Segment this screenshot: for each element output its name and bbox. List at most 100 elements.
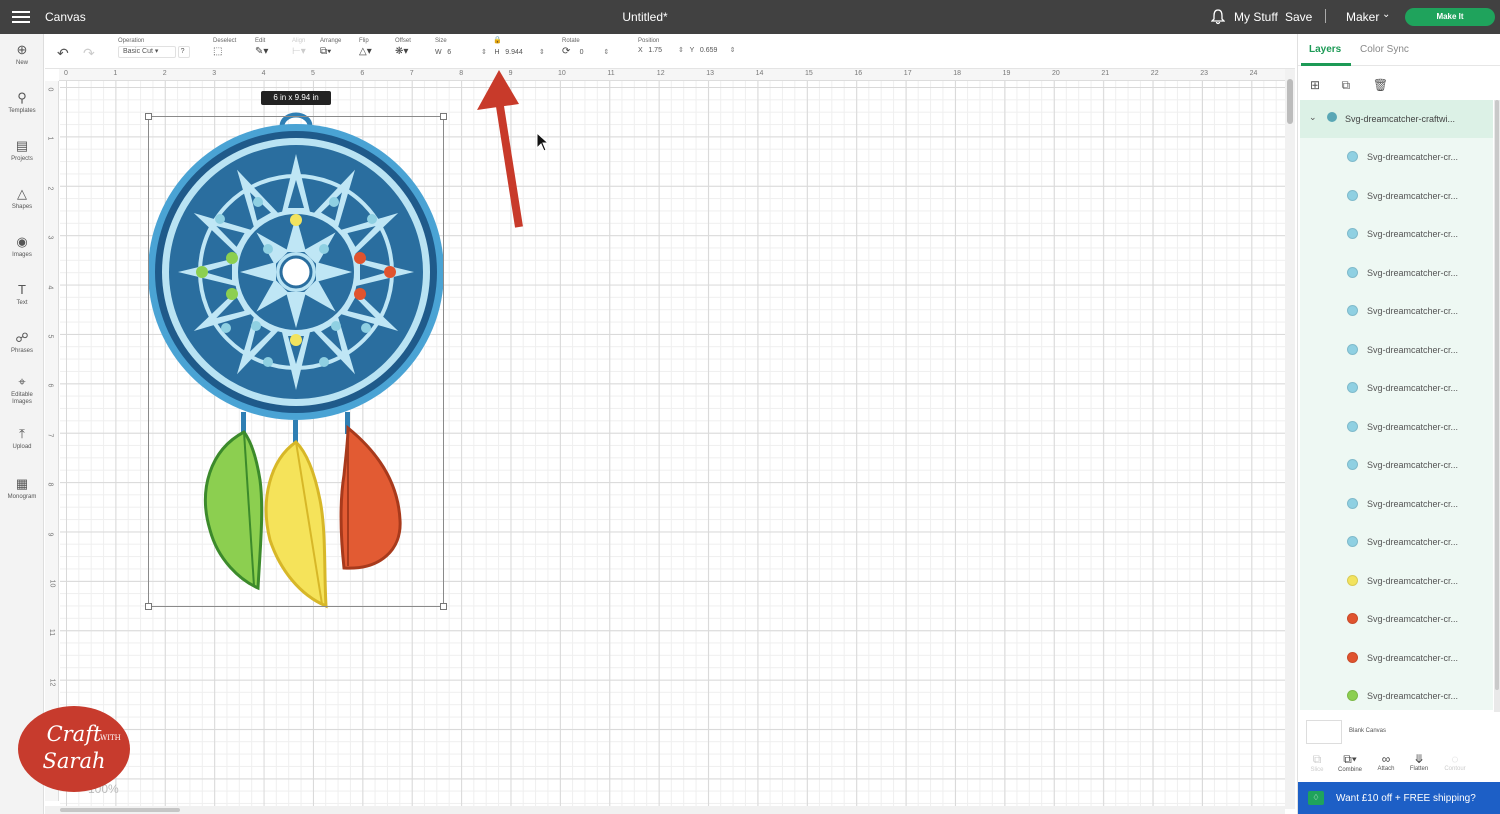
arrange-icon[interactable]: ⧉▾ [320,46,332,58]
trash-icon[interactable]: 🗑 [1373,78,1388,92]
sidebar-item-images[interactable]: ◉ Images [0,234,44,259]
resize-handle-bottom-right[interactable] [440,603,447,610]
y-label: Y [689,47,695,54]
layer-row[interactable]: Svg-dreamcatcher-cr... [1300,639,1493,677]
y-value: 0.659 [699,47,718,54]
contour-button[interactable]: ◌ Contour [1439,752,1471,772]
size-label: Size [435,38,447,44]
layer-color-icon [1347,497,1358,509]
width-stepper-icon[interactable]: ⇕ [481,49,487,56]
scrollbar-thumb[interactable] [1495,100,1499,690]
sidebar-item-upload[interactable]: ⤒ Upload [0,426,44,451]
ruler-tick: 0 [46,87,54,92]
hamburger-menu-icon[interactable] [12,8,30,26]
layers-scrollbar[interactable] [1494,100,1500,712]
layer-row[interactable]: Svg-dreamcatcher-cr... [1300,177,1493,215]
blank-canvas-swatch[interactable] [1306,720,1342,744]
layer-row[interactable]: Svg-dreamcatcher-cr... [1300,138,1493,176]
align-icon[interactable]: ⊢▾ [292,46,306,58]
ruler-tick: 10 [558,70,566,77]
rotate-input[interactable]: 0 [576,48,602,60]
attach-icon: ∞ [1381,752,1391,766]
ruler-tick: 6 [360,70,365,77]
tab-color-sync[interactable]: Color Sync [1360,44,1409,55]
sidebar-item-shapes[interactable]: △ Shapes [0,186,44,211]
layer-group[interactable]: ⌄ Svg-dreamcatcher-craftwi... [1300,100,1493,138]
width-value: 6 [447,49,452,56]
combine-button[interactable]: ⧉▾ Combine [1334,752,1366,773]
save-button[interactable]: Save [1285,10,1312,24]
layer-color-icon [1347,574,1358,586]
y-stepper-icon[interactable]: ⇕ [730,47,736,54]
flip-icon[interactable]: △▾ [359,46,372,58]
canvas-horizontal-scrollbar[interactable] [45,806,1285,814]
sidebar-item-editable-images[interactable]: ⌖ Editable Images [0,374,44,406]
ruler-tick: 7 [46,433,54,438]
layer-row[interactable]: Svg-dreamcatcher-cr... [1300,215,1493,253]
make-it-button[interactable]: Make It [1405,8,1495,26]
edit-pen-icon[interactable]: ✎▾ [255,46,268,58]
scrollbar-thumb[interactable] [60,808,180,812]
layer-row[interactable]: Svg-dreamcatcher-cr... [1300,331,1493,369]
undo-icon[interactable]: ↶ [57,45,69,62]
sidebar-item-phrases[interactable]: ☍ Phrases [0,330,44,355]
resize-handle-top-right[interactable] [440,113,447,120]
y-input[interactable]: 0.659 [696,46,728,58]
slice-button[interactable]: ⧉ Slice [1301,752,1333,773]
sidebar-item-templates[interactable]: ⚲ Templates [0,90,44,115]
deselect-icon[interactable]: ⬚ [213,46,225,58]
document-title[interactable]: Untitled* [600,10,690,24]
x-stepper-icon[interactable]: ⇕ [678,47,684,54]
resize-handle-bottom-left[interactable] [145,603,152,610]
my-stuff-link[interactable]: My Stuff [1234,10,1278,24]
resize-handle-top-left[interactable] [145,113,152,120]
group-icon[interactable]: ⊞ [1310,78,1324,92]
duplicate-icon[interactable]: ⧉ [1341,78,1355,92]
ruler-tick: 22 [1150,70,1159,77]
layer-group-label: Svg-dreamcatcher-craftwi... [1345,114,1456,124]
ruler-tick: 14 [755,70,764,77]
tab-layers[interactable]: Layers [1309,44,1341,55]
operation-select[interactable]: Basic Cut ▾ [118,46,176,58]
sidebar-item-projects[interactable]: ▤ Projects [0,138,44,163]
sidebar-label: Text [16,300,28,306]
flatten-button[interactable]: ⤋ Flatten [1403,752,1435,772]
layer-row[interactable]: Svg-dreamcatcher-cr... [1300,408,1493,446]
layer-color-icon [1347,651,1358,663]
layer-row[interactable]: Svg-dreamcatcher-cr... [1300,677,1493,710]
sidebar-item-monogram[interactable]: ▦ Monogram [0,476,44,501]
monogram-icon: ▦ [15,476,29,491]
layer-color-icon [1347,382,1358,393]
x-input[interactable]: 1.75 [644,46,676,58]
panel-tabs: Layers Color Sync [1298,34,1500,66]
layer-row[interactable]: Svg-dreamcatcher-cr... [1300,600,1493,638]
layer-row[interactable]: Svg-dreamcatcher-cr... [1300,369,1493,407]
redo-icon[interactable]: ↷ [83,45,95,62]
promo-banner[interactable]: ♢ Want £10 off + FREE shipping? [1298,782,1500,814]
sidebar-item-text[interactable]: T Text [0,282,44,307]
layer-row[interactable]: Svg-dreamcatcher-cr... [1300,254,1493,292]
width-input[interactable]: 6 [443,48,479,60]
attach-button[interactable]: ∞ Attach [1370,752,1402,772]
offset-icon[interactable]: ❋▾ [395,46,408,58]
selection-bounding-box[interactable] [145,113,447,610]
deselect-group: Deselect ⬚ [213,38,236,58]
scrollbar-thumb[interactable] [1287,79,1293,124]
height-input[interactable]: 9.944 [501,48,537,60]
layer-row[interactable]: Svg-dreamcatcher-cr... [1300,446,1493,484]
chevron-down-icon[interactable]: ⌄ [1309,112,1317,123]
machine-selector[interactable]: Maker [1346,10,1379,24]
layer-row[interactable]: Svg-dreamcatcher-cr... [1300,485,1493,523]
height-stepper-icon[interactable]: ⇕ [539,49,545,56]
canvas-vertical-scrollbar[interactable] [1285,69,1295,809]
chevron-down-icon[interactable]: ⌄ [1382,9,1390,20]
bell-icon[interactable] [1211,9,1225,25]
sidebar-item-new[interactable]: ⊕ New [0,42,44,67]
layer-row[interactable]: Svg-dreamcatcher-cr... [1300,292,1493,330]
layer-row[interactable]: Svg-dreamcatcher-cr... [1300,562,1493,600]
rotate-stepper-icon[interactable]: ⇕ [603,49,609,56]
layer-row[interactable]: Svg-dreamcatcher-cr... [1300,523,1493,561]
sidebar-label: Editable Images [11,392,33,405]
operation-help-button[interactable]: ? [177,46,190,58]
lock-icon[interactable]: 🔒 [493,36,502,44]
